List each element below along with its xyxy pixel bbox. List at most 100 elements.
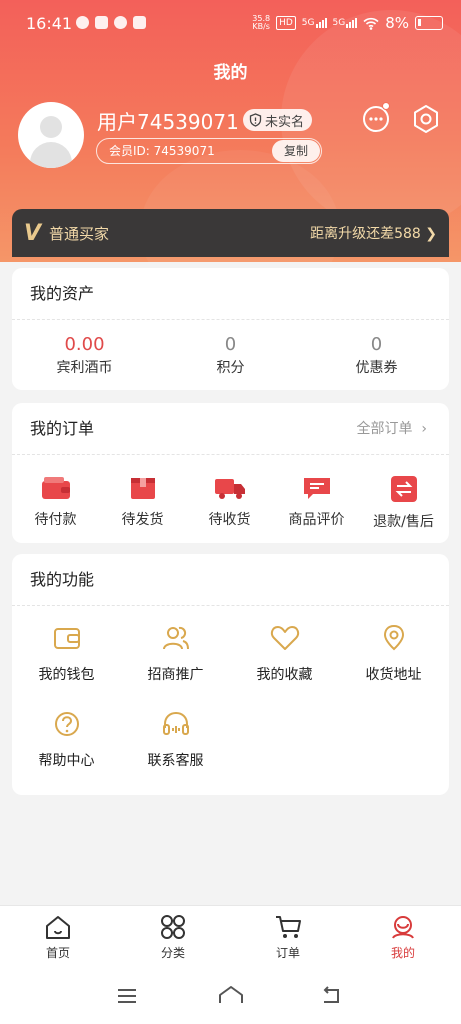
orders-title: 我的订单 全部订单 › (12, 403, 449, 455)
vip-upgrade-link[interactable]: 距离升级还差588 ❯ (310, 223, 437, 243)
tab-orders[interactable]: 订单 (248, 914, 328, 961)
message-dot (382, 102, 390, 110)
comment-icon (303, 478, 330, 499)
func-address[interactable]: 收货地址 (339, 624, 448, 684)
battery-text: 8% (385, 14, 409, 32)
home-icon (46, 916, 70, 939)
home-nav-icon[interactable] (218, 985, 244, 1005)
avatar[interactable] (18, 102, 84, 168)
notification-icons (76, 16, 146, 29)
vip-upgrade-text: 距离升级还差588 (310, 226, 421, 242)
order-review[interactable]: 商品评价 (273, 475, 360, 529)
message-icon (76, 16, 89, 29)
functions-title: 我的功能 (12, 554, 449, 606)
truck-icon (214, 479, 245, 499)
member-id: 会员ID: 74539071 (109, 144, 215, 158)
shield-icon (249, 113, 262, 127)
back-icon[interactable] (320, 986, 344, 1006)
bottom-tab-bar: 首页 分类 订单 我的 (0, 905, 461, 971)
copy-button[interactable]: 复制 (271, 140, 320, 162)
order-to-receive[interactable]: 待收货 (186, 475, 273, 529)
func-label: 联系客服 (147, 753, 204, 769)
func-wallet[interactable]: 我的钱包 (12, 624, 121, 684)
net-speed: 35.8 KB/s (252, 14, 271, 31)
asset-value: 0 (224, 334, 237, 355)
func-label: 我的收藏 (256, 667, 313, 683)
menu-icon[interactable] (116, 987, 138, 1005)
headset-icon (162, 711, 189, 735)
func-help[interactable]: 帮助中心 (12, 710, 121, 770)
app-icon (133, 16, 146, 29)
asset-label: 优惠券 (355, 360, 398, 376)
tab-label: 我的 (390, 946, 415, 960)
tab-mine[interactable]: 我的 (363, 914, 443, 961)
page-title: 我的 (213, 63, 248, 83)
order-label: 待付款 (34, 512, 77, 528)
status-bar: 16:41 35.8 KB/s HD 5G 5G 8% (0, 0, 461, 48)
assets-title: 我的资产 (12, 268, 449, 320)
member-id-bar: 会员ID: 74539071 复制 (96, 138, 322, 164)
user-icon (392, 916, 414, 939)
wallet-icon (41, 477, 70, 499)
location-icon (383, 624, 404, 651)
cart-icon (276, 916, 301, 938)
vip-logo-icon: V (24, 220, 42, 246)
verify-badge[interactable]: 未实名 (243, 109, 313, 131)
asset-value: 0 (370, 334, 383, 355)
all-orders-link[interactable]: 全部订单 › (357, 403, 428, 455)
grid-icon (161, 915, 185, 939)
func-customer-service[interactable]: 联系客服 (121, 710, 230, 770)
vip-bar[interactable]: V 普通买家 距离升级还差588 ❯ (12, 209, 449, 257)
func-label: 收货地址 (365, 667, 422, 683)
wifi-icon (363, 17, 379, 30)
users-icon (162, 626, 189, 650)
status-indicators: 35.8 KB/s HD 5G 5G 8% (252, 14, 443, 32)
signal-icon: 5G (302, 18, 327, 28)
func-label: 我的钱包 (38, 667, 95, 683)
asset-coupons[interactable]: 0 优惠券 (304, 334, 449, 377)
box-icon (130, 478, 155, 499)
func-label: 帮助中心 (38, 753, 95, 769)
order-to-ship[interactable]: 待发货 (99, 475, 186, 529)
func-label: 招商推广 (147, 667, 204, 683)
status-time: 16:41 (26, 14, 73, 33)
tab-label: 订单 (275, 946, 300, 960)
order-label: 退款/售后 (373, 514, 434, 530)
wallet-icon (53, 628, 80, 649)
app-icon (95, 16, 108, 29)
order-pending-payment[interactable]: 待付款 (12, 475, 99, 529)
tab-label: 分类 (160, 946, 185, 960)
tab-home[interactable]: 首页 (18, 914, 98, 961)
system-nav-bar (0, 971, 461, 1024)
tab-category[interactable]: 分类 (133, 914, 213, 961)
help-icon (54, 712, 79, 736)
order-label: 待发货 (121, 512, 164, 528)
order-label: 商品评价 (288, 512, 345, 528)
signal-icon: 5G (333, 18, 358, 28)
vip-level: 普通买家 (49, 224, 110, 243)
avatar-head (40, 116, 62, 138)
chevron-right-icon: ❯ (425, 226, 437, 242)
battery-icon (415, 16, 443, 30)
app-icon (114, 16, 127, 29)
func-favorites[interactable]: 我的收藏 (230, 624, 339, 684)
asset-label: 积分 (216, 360, 245, 376)
func-promotion[interactable]: 招商推广 (121, 624, 230, 684)
order-refund[interactable]: 退款/售后 (360, 475, 447, 531)
avatar-body (30, 142, 72, 168)
username: 用户74539071 (97, 110, 239, 134)
refund-icon (390, 476, 417, 502)
heart-icon (270, 626, 299, 650)
asset-value: 0.00 (64, 334, 105, 355)
tab-label: 首页 (45, 946, 70, 960)
functions-card: 我的功能 我的钱包 招商推广 我的收藏 收货地址 帮助中心 联系客服 (12, 554, 449, 795)
order-label: 待收货 (208, 512, 251, 528)
hd-badge: HD (276, 16, 296, 30)
asset-points[interactable]: 0 积分 (158, 334, 303, 377)
asset-label: 宾利酒币 (56, 360, 113, 376)
settings-icon[interactable] (410, 103, 442, 135)
verify-badge-label: 未实名 (265, 114, 305, 130)
assets-card: 我的资产 0.00 宾利酒币 0 积分 0 优惠券 (12, 268, 449, 390)
asset-coins[interactable]: 0.00 宾利酒币 (12, 334, 157, 377)
orders-card: 我的订单 全部订单 › 待付款 待发货 待收货 商品评价 退款/售后 (12, 403, 449, 543)
